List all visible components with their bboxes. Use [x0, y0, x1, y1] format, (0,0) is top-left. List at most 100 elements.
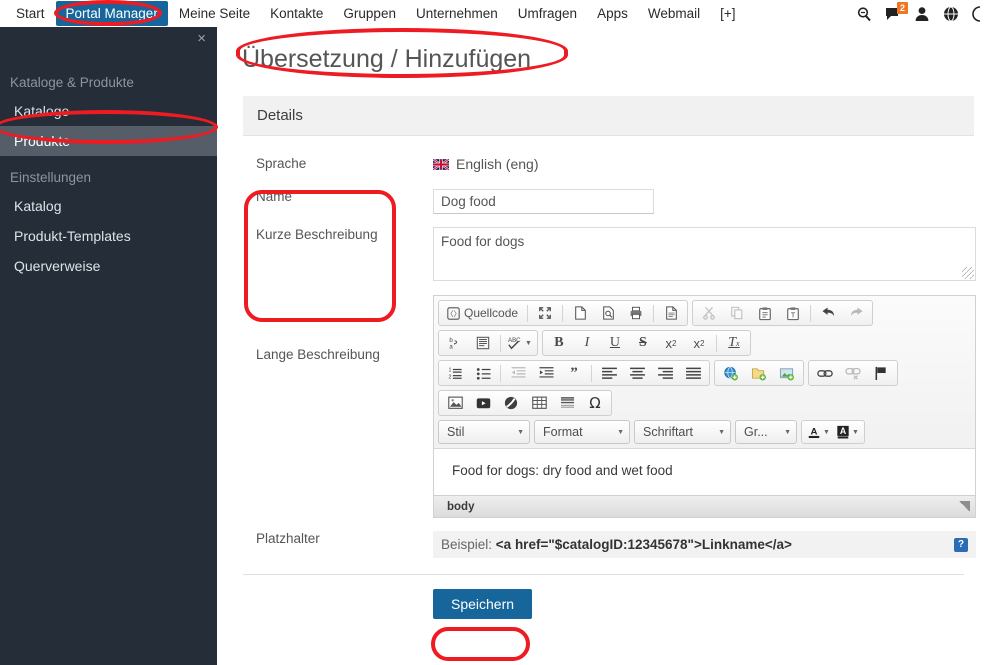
svg-text:ABC: ABC: [508, 337, 521, 344]
bg-color-icon[interactable]: A ▼: [833, 421, 862, 443]
editor-toolbar-row-2: ba ABC ▼ B I U S x 2 x 2 T x: [438, 330, 971, 356]
globe-plus-icon[interactable]: [717, 362, 745, 384]
sidebar-group-title-catalogs: Kataloge & Produkte: [10, 75, 134, 90]
globe-icon[interactable]: [943, 6, 959, 22]
flag-icon[interactable]: [867, 362, 895, 384]
omega-icon[interactable]: Ω: [581, 392, 609, 414]
nav-item-kontakte[interactable]: Kontakte: [261, 2, 332, 25]
editor-toolbar-row-1: 〈〉 Quellcode: [438, 300, 971, 326]
short-description-textarea[interactable]: Food for dogs: [433, 227, 976, 281]
copy-button[interactable]: [723, 302, 751, 324]
chevron-down-icon: ▼: [617, 428, 624, 436]
nav-item-webmail[interactable]: Webmail: [639, 2, 709, 25]
image-plus-icon[interactable]: [773, 362, 801, 384]
font-combo[interactable]: Schriftart ▼: [634, 420, 731, 444]
details-panel: Details Sprache English (eng) Name Dog f…: [243, 96, 976, 619]
save-button[interactable]: Speichern: [433, 589, 533, 619]
align-center-button[interactable]: [623, 362, 651, 384]
nav-item-gruppen[interactable]: Gruppen: [334, 2, 405, 25]
top-nav-icons: 2: [856, 0, 984, 27]
sidebar-group-title-settings: Einstellungen: [10, 170, 92, 185]
templates-button[interactable]: [657, 302, 685, 324]
fontsize-combo[interactable]: Gr... ▼: [735, 420, 797, 444]
paste-button[interactable]: [751, 302, 779, 324]
short-description-label: Kurze Beschreibung: [256, 227, 378, 242]
svg-text:a: a: [449, 343, 453, 350]
redo-button[interactable]: [842, 302, 870, 324]
toolbar-separator: [527, 304, 529, 322]
nav-item-unternehmen[interactable]: Unternehmen: [407, 2, 507, 25]
remove-format-button[interactable]: Tx: [720, 332, 748, 354]
subscript-button[interactable]: x2: [657, 332, 685, 354]
folder-plus-icon[interactable]: [745, 362, 773, 384]
indent-button[interactable]: [532, 362, 560, 384]
horizontal-rule-icon[interactable]: [553, 392, 581, 414]
new-page-button[interactable]: [566, 302, 594, 324]
spellcheck-icon[interactable]: ABC ▼: [504, 332, 535, 354]
italic-button[interactable]: I: [573, 332, 601, 354]
preview-button[interactable]: [594, 302, 622, 324]
unlink-icon[interactable]: [839, 362, 867, 384]
source-button-label: Quellcode: [464, 306, 519, 320]
nav-item-meine-seite[interactable]: Meine Seite: [170, 2, 259, 25]
align-right-button[interactable]: [651, 362, 679, 384]
underline-button[interactable]: U: [601, 332, 629, 354]
settings-icon[interactable]: [972, 5, 980, 22]
long-description-row: Lange Beschreibung 〈〉 Quellcode: [243, 295, 976, 518]
source-button[interactable]: 〈〉 Quellcode: [441, 302, 524, 324]
video-icon[interactable]: [469, 392, 497, 414]
search-icon[interactable]: [856, 6, 872, 22]
messages-icon[interactable]: 2: [885, 1, 908, 22]
help-icon[interactable]: ?: [954, 537, 968, 552]
bulleted-list-button[interactable]: [469, 362, 497, 384]
sidebar-item-katalog[interactable]: Katalog: [0, 191, 217, 221]
nav-item-add-more[interactable]: [+]: [711, 2, 744, 25]
link-icon[interactable]: [811, 362, 839, 384]
print-button[interactable]: [622, 302, 650, 324]
nav-item-umfragen[interactable]: Umfragen: [509, 2, 586, 25]
align-justify-button[interactable]: [679, 362, 707, 384]
sidebar-item-querverweise[interactable]: Querverweise: [0, 251, 217, 281]
text-color-icon[interactable]: A ▼: [804, 421, 833, 443]
svg-text:1: 1: [448, 367, 451, 373]
user-icon[interactable]: [914, 6, 930, 22]
table-icon[interactable]: [525, 392, 553, 414]
sidebar-item-produkte[interactable]: Produkte: [0, 126, 217, 156]
bold-button[interactable]: B: [545, 332, 573, 354]
toolbar-separator: [500, 364, 501, 382]
maximize-button[interactable]: [531, 302, 559, 324]
numbered-list-button[interactable]: 12: [441, 362, 469, 384]
outdent-button[interactable]: [504, 362, 532, 384]
toolbar-separator: [500, 334, 501, 352]
sidebar-close-icon[interactable]: ×: [197, 31, 206, 47]
language-row: Sprache English (eng): [243, 156, 974, 172]
editor-content-area[interactable]: Food for dogs: dry food and wet food: [434, 449, 975, 495]
details-panel-body: Sprache English (eng) Name Dog food Kurz…: [243, 136, 976, 619]
sidebar-item-produkt-templates[interactable]: Produkt-Templates: [0, 221, 217, 251]
nav-item-portal-manager[interactable]: Portal Manager: [55, 1, 168, 26]
align-left-button[interactable]: [595, 362, 623, 384]
main-content: Übersetzung / Hinzufügen Details Sprache…: [217, 27, 984, 665]
styles-combo[interactable]: Stil ▼: [438, 420, 530, 444]
editor-resize-handle[interactable]: [959, 501, 970, 512]
flash-icon[interactable]: [497, 392, 525, 414]
editor-element-path[interactable]: body: [447, 501, 474, 513]
picture-icon[interactable]: [441, 392, 469, 414]
cut-button[interactable]: [695, 302, 723, 324]
editor-toolbar-row-4: Ω: [438, 390, 971, 416]
paste-text-button[interactable]: T: [779, 302, 807, 324]
find-replace-icon[interactable]: ba: [441, 332, 469, 354]
superscript-button[interactable]: x2: [685, 332, 713, 354]
undo-button[interactable]: [814, 302, 842, 324]
nav-item-start[interactable]: Start: [7, 2, 54, 25]
sidebar-item-kataloge[interactable]: Kataloge: [0, 96, 217, 126]
blockquote-button[interactable]: ”: [560, 362, 588, 384]
strikethrough-button[interactable]: S: [629, 332, 657, 354]
sidebar: × Kataloge & Produkte Kataloge Produkte …: [0, 27, 217, 665]
name-input[interactable]: [433, 189, 654, 214]
toolbar-separator: [715, 334, 717, 352]
format-combo[interactable]: Format ▼: [534, 420, 630, 444]
chevron-down-icon: ▼: [851, 428, 859, 436]
nav-item-apps[interactable]: Apps: [588, 2, 637, 25]
select-all-icon[interactable]: [469, 332, 497, 354]
